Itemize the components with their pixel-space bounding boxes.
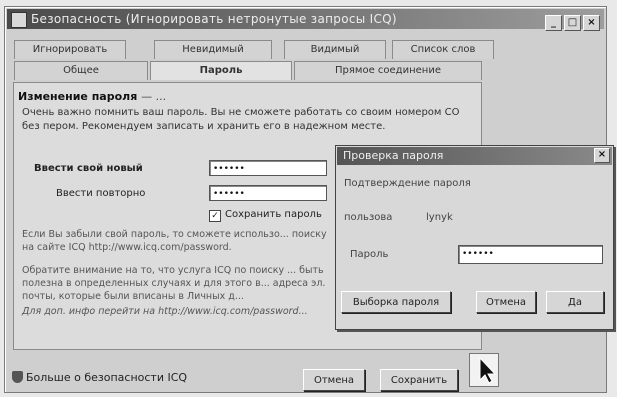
tab-invisible[interactable]: Невидимый <box>154 40 272 59</box>
save-password-label: Сохранить пароль <box>225 209 322 220</box>
tab-password[interactable]: Пароль <box>150 61 292 80</box>
section-title: Изменение пароля — ... <box>18 90 166 103</box>
dialog-password-label: Пароль <box>350 249 389 260</box>
dialog-ok-button[interactable]: Да <box>546 291 604 313</box>
window-controls: _ □ × <box>543 11 600 31</box>
dialog-cancel-button[interactable]: Отмена <box>476 291 536 313</box>
maximize-button[interactable]: □ <box>564 15 581 31</box>
more-security-link[interactable]: Больше о безопасности ICQ <box>12 371 187 384</box>
repeat-password-label: Ввести повторно <box>56 188 146 199</box>
shield-icon <box>12 371 23 383</box>
new-password-label: Ввести свой новый <box>34 163 143 174</box>
tab-general[interactable]: Общее <box>14 61 148 80</box>
section-title-text: Изменение пароля <box>18 90 138 103</box>
close-button[interactable]: × <box>583 15 600 31</box>
dialog-user-value: lynyk <box>426 212 453 223</box>
save-button[interactable]: Сохранить <box>380 369 458 391</box>
cursor-icon <box>469 353 499 387</box>
save-password-checkbox[interactable]: ✓ Сохранить пароль <box>209 209 322 222</box>
repeat-password-field[interactable]: •••••• <box>209 185 327 201</box>
dialog-close-button[interactable]: × <box>594 148 610 163</box>
minimize-button[interactable]: _ <box>545 15 562 31</box>
dialog-password-field[interactable]: •••••• <box>458 245 603 264</box>
info-forgot: Если Вы забыли свой пароль, то сможете и… <box>22 229 327 253</box>
password-check-dialog: Проверка пароля × Подтверждение пароля п… <box>335 145 614 330</box>
dialog-user-label: пользова <box>344 212 393 223</box>
tab-direct-connection[interactable]: Прямое соединение <box>294 61 482 80</box>
tab-ignore[interactable]: Игнорировать <box>14 40 126 59</box>
choose-password-button[interactable]: Выборка пароля <box>341 291 451 313</box>
window-title: Безопасность (Игнорировать нетронутые за… <box>31 12 397 26</box>
title-bar[interactable]: Безопасность (Игнорировать нетронутые за… <box>7 9 604 31</box>
info-attention: Обратите внимание на то, что услуга ICQ … <box>22 265 326 302</box>
password-warning: Очень важно помнить ваш пароль. Вы не см… <box>22 107 460 132</box>
new-password-field[interactable]: •••••• <box>209 160 327 176</box>
app-icon <box>11 12 27 28</box>
section-title-suffix: — ... <box>141 90 167 103</box>
dialog-title[interactable]: Проверка пароля <box>337 147 612 165</box>
checkbox-check-icon: ✓ <box>209 210 221 222</box>
cancel-button[interactable]: Отмена <box>303 369 365 391</box>
tab-word-list[interactable]: Список слов <box>392 40 494 59</box>
more-security-label: Больше о безопасности ICQ <box>26 371 188 384</box>
info-more-link[interactable]: Для доп. инфо перейти на http://www.icq.… <box>22 305 332 318</box>
dialog-subtitle: Подтверждение пароля <box>344 178 471 189</box>
tab-visible[interactable]: Видимый <box>284 40 386 59</box>
